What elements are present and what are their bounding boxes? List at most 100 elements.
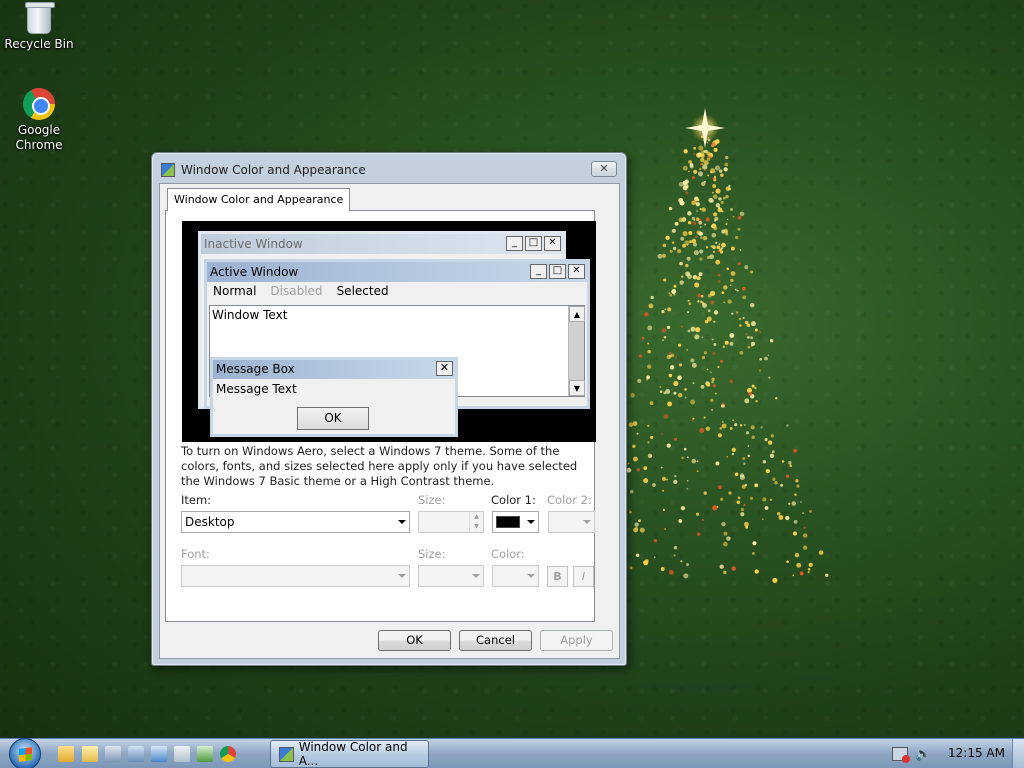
color2-picker[interactable] — [548, 511, 595, 533]
tree-sparkle — [704, 223, 707, 226]
tree-sparkle — [736, 500, 741, 505]
tree-sparkle — [703, 491, 707, 495]
window-text: Window Text — [212, 308, 288, 322]
tree-sparkle — [796, 484, 800, 488]
start-button[interactable] — [9, 738, 41, 768]
tree-sparkle — [647, 342, 650, 345]
tree-sparkle — [696, 460, 699, 463]
tree-sparkle — [739, 324, 742, 327]
tree-sparkle — [710, 371, 712, 374]
tab-window-color-appearance[interactable]: Window Color and Appearance — [167, 188, 351, 211]
tree-sparkle — [695, 327, 701, 333]
tree-sparkle — [683, 573, 689, 579]
tree-sparkle — [749, 302, 755, 308]
desktop-icon-google-chrome[interactable]: Google Chrome — [1, 88, 77, 153]
tree-sparkle — [695, 235, 698, 239]
tree-sparkle — [692, 221, 697, 226]
tree-sparkle — [747, 336, 750, 339]
appearance-preview[interactable]: Inactive Window _ □ ✕ Active Window _ □ — [182, 221, 596, 442]
tree-sparkle — [720, 200, 724, 204]
tree-sparkle — [632, 456, 638, 462]
christmas-tree-wallpaper — [600, 108, 829, 583]
taskbar-window-button[interactable]: Window Color and A... — [270, 740, 429, 768]
volume-icon[interactable]: 🔈 — [915, 747, 931, 762]
tree-sparkle — [726, 536, 731, 541]
tree-sparkle — [807, 567, 811, 571]
chrome-icon[interactable] — [220, 746, 236, 762]
control-panel-icon[interactable] — [197, 746, 213, 762]
tree-sparkle — [693, 153, 696, 155]
tree-sparkle — [700, 236, 703, 239]
tree-sparkle — [699, 249, 704, 254]
cancel-button[interactable]: Cancel — [459, 630, 532, 651]
tree-sparkle — [818, 550, 824, 555]
tree-sparkle — [734, 423, 738, 427]
tree-sparkle — [731, 312, 734, 315]
tree-sparkle — [699, 257, 703, 261]
size-stepper[interactable]: ▲ ▼ — [418, 511, 484, 533]
network-icon[interactable] — [128, 746, 144, 762]
tree-sparkle — [646, 375, 650, 379]
chevron-down-icon — [398, 574, 406, 578]
tree-sparkle — [666, 443, 671, 448]
tree-sparkle — [736, 289, 739, 292]
tree-sparkle — [755, 399, 758, 403]
tree-sparkle — [686, 348, 689, 351]
tree-sparkle — [772, 577, 778, 583]
bold-button[interactable]: B — [547, 566, 568, 587]
tree-sparkle — [707, 174, 710, 177]
recycle-bin-icon[interactable] — [174, 746, 190, 762]
tree-sparkle — [717, 280, 721, 283]
tree-sparkle — [769, 453, 775, 459]
tree-sparkle — [661, 327, 667, 333]
tree-sparkle — [742, 295, 747, 300]
clock[interactable]: 12:15 AM — [948, 746, 1005, 760]
tree-sparkle — [702, 236, 708, 241]
taskbar: Window Color and A... 🔈 12:15 AM — [0, 738, 1024, 768]
tree-sparkle — [747, 454, 750, 458]
dialog-titlebar[interactable]: Window Color and Appearance — [161, 161, 366, 179]
tree-sparkle — [780, 483, 784, 487]
tree-sparkle — [661, 433, 663, 435]
computer-icon[interactable] — [105, 746, 121, 762]
tree-sparkle — [682, 165, 688, 171]
item-select[interactable]: Desktop — [181, 511, 410, 533]
apply-button[interactable]: Apply — [540, 630, 613, 651]
ok-button[interactable]: OK — [378, 630, 451, 651]
font-color-picker[interactable] — [492, 565, 539, 587]
inactive-window-title: Inactive Window — [204, 237, 303, 251]
display-settings-icon — [279, 746, 294, 762]
tree-sparkle — [711, 233, 717, 238]
font-size-select[interactable] — [418, 565, 484, 587]
tree-sparkle — [632, 444, 636, 449]
tree-sparkle — [687, 274, 693, 280]
tree-sparkle — [701, 336, 704, 339]
tree-sparkle — [807, 571, 810, 574]
chevron-down-icon — [527, 574, 535, 578]
tree-sparkle — [689, 240, 692, 244]
tree-sparkle — [754, 569, 759, 574]
tree-sparkle — [673, 391, 677, 395]
network-status-icon[interactable] — [892, 747, 910, 763]
color1-picker[interactable] — [492, 511, 539, 533]
desktop-icon-recycle-bin[interactable]: Recycle Bin — [1, 2, 77, 52]
tree-sparkle — [767, 440, 773, 445]
close-button[interactable]: ✕ — [591, 161, 617, 177]
tree-sparkle — [662, 339, 664, 342]
close-icon: ✕ — [436, 361, 453, 376]
tree-sparkle — [799, 571, 804, 576]
tree-sparkle — [737, 262, 741, 266]
documents-icon[interactable] — [82, 746, 98, 762]
italic-button[interactable]: I — [573, 566, 594, 587]
desktop-icon-label: Recycle Bin — [4, 37, 74, 51]
show-desktop-button[interactable] — [1012, 739, 1024, 768]
tree-sparkle — [724, 162, 729, 167]
tree-sparkle — [695, 202, 700, 207]
display-icon[interactable] — [151, 746, 167, 762]
tree-sparkle — [677, 248, 682, 254]
tree-sparkle — [788, 461, 792, 465]
folder-icon[interactable] — [58, 746, 74, 762]
font-select[interactable] — [181, 565, 410, 587]
tree-sparkle — [705, 217, 710, 222]
spin-icon: ▲ ▼ — [469, 512, 483, 532]
